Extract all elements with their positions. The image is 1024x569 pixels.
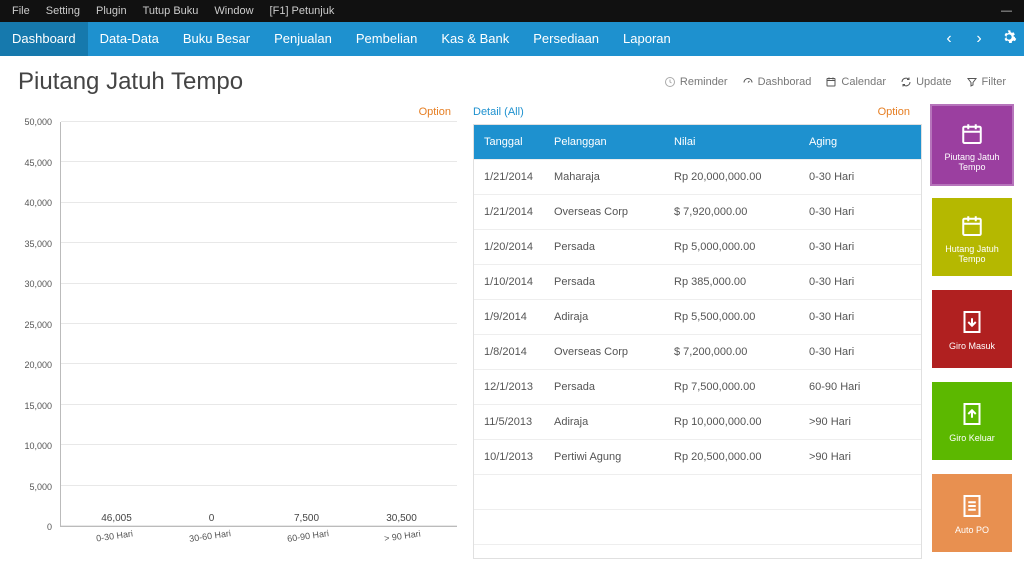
x-tick-label: > 90 Hari [384,528,422,543]
table-row[interactable]: 1/21/2014MaharajaRp 20,000,000.000-30 Ha… [474,160,921,195]
chart-panel: Option 05,00010,00015,00020,00025,00030,… [18,106,463,559]
main-menubar: Dashboard Data-Data Buku Besar Penjualan… [0,22,1024,56]
menu-window[interactable]: Window [206,5,261,17]
nav-laporan[interactable]: Laporan [611,22,683,56]
tile-label: Giro Keluar [949,433,995,443]
table-row-empty [474,510,921,545]
tool-reminder[interactable]: Reminder [664,76,728,88]
next-icon[interactable]: › [964,30,994,48]
detail-panel: Detail (All) Option TanggalPelangganNila… [463,106,932,559]
side-tiles: Piutang Jatuh Tempo Hutang Jatuh Tempo Gir… [932,106,1024,559]
nav-buku-besar[interactable]: Buku Besar [171,22,262,56]
bar-value-label: 46,005 [101,513,132,524]
x-tick-label: 0-30 Hari [95,528,133,543]
table-row[interactable]: 1/9/2014AdirajaRp 5,500,000.000-30 Hari [474,300,921,335]
tool-calendar[interactable]: Calendar [825,76,886,88]
nav-kas-bank[interactable]: Kas & Bank [429,22,521,56]
x-tick-label: 60-90 Hari [286,528,329,544]
table-row[interactable]: 10/1/2013Pertiwi AgungRp 20,500,000.00>9… [474,440,921,475]
tile-icon [957,307,987,337]
table-row[interactable]: 1/10/2014PersadaRp 385,000.000-30 Hari [474,265,921,300]
table-row[interactable]: 1/8/2014Overseas Corp$ 7,200,000.000-30 … [474,335,921,370]
tool-filter[interactable]: Filter [966,76,1006,88]
tile-icon [957,491,987,521]
menu-file[interactable]: File [4,5,38,17]
tile-label: Auto PO [955,525,989,535]
nav-persediaan[interactable]: Persediaan [521,22,611,56]
tile-piutang-jatuh-tempo[interactable]: Piutang Jatuh Tempo [932,106,1012,184]
menu-plugin[interactable]: Plugin [88,5,135,17]
tile-auto-po[interactable]: Auto PO [932,474,1012,552]
tile-label: Hutang Jatuh Tempo [932,244,1012,264]
bar-value-label: 0 [209,513,215,524]
table-row[interactable]: 12/1/2013PersadaRp 7,500,000.0060-90 Har… [474,370,921,405]
nav-dashboard[interactable]: Dashboard [0,22,88,56]
minimize-icon[interactable]: — [993,5,1020,17]
tool-dashboard[interactable]: Dashborad [742,76,812,88]
page-title: Piutang Jatuh Tempo [18,68,243,96]
menu-help[interactable]: [F1] Petunjuk [262,5,343,17]
aging-bar-chart: 05,00010,00015,00020,00025,00030,00035,0… [18,118,463,559]
detail-option-link[interactable]: Option [878,106,922,118]
table-header: TanggalPelangganNilaiAging [474,125,921,160]
nav-pembelian[interactable]: Pembelian [344,22,429,56]
tile-giro-keluar[interactable]: Giro Keluar [932,382,1012,460]
table-row[interactable]: 11/5/2013AdirajaRp 10,000,000.00>90 Hari [474,405,921,440]
tile-icon [957,210,987,240]
titlebar: File Setting Plugin Tutup Buku Window [F… [0,0,1024,22]
nav-penjualan[interactable]: Penjualan [262,22,344,56]
bar-value-label: 30,500 [386,513,417,524]
table-row[interactable]: 1/20/2014PersadaRp 5,000,000.000-30 Hari [474,230,921,265]
prev-icon[interactable]: ‹ [934,30,964,48]
nav-data[interactable]: Data-Data [88,22,171,56]
table-row[interactable]: 1/21/2014Overseas Corp$ 7,920,000.000-30… [474,195,921,230]
tile-giro-masuk[interactable]: Giro Masuk [932,290,1012,368]
gear-icon[interactable] [994,29,1024,50]
tile-label: Piutang Jatuh Tempo [932,152,1012,172]
tile-label: Giro Masuk [949,341,995,351]
detail-label: Detail (All) [473,106,524,118]
tool-update[interactable]: Update [900,76,951,88]
tile-hutang-jatuh-tempo[interactable]: Hutang Jatuh Tempo [932,198,1012,276]
detail-table: TanggalPelangganNilaiAging1/21/2014Mahar… [473,124,922,559]
table-row-empty [474,475,921,510]
chart-option-link[interactable]: Option [18,106,463,118]
tile-icon [957,399,987,429]
tile-icon [957,118,987,148]
page-header: Piutang Jatuh Tempo Reminder Dashborad C… [0,56,1024,100]
bar-value-label: 7,500 [294,513,319,524]
x-tick-label: 30-60 Hari [188,528,231,544]
menu-setting[interactable]: Setting [38,5,88,17]
menu-tutup-buku[interactable]: Tutup Buku [135,5,207,17]
